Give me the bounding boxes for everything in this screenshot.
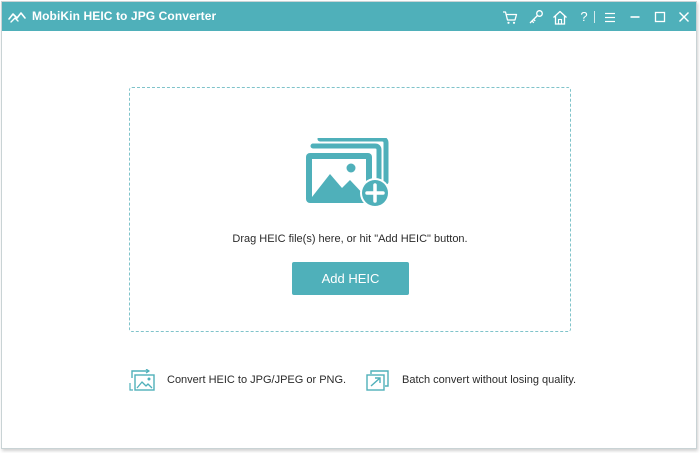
home-icon[interactable] xyxy=(551,8,569,26)
help-glyph: ? xyxy=(580,9,588,24)
feature-convert-text: Convert HEIC to JPG/JPEG or PNG. xyxy=(167,374,347,386)
maximize-icon[interactable] xyxy=(651,8,669,26)
convert-image-icon xyxy=(129,369,155,391)
feature-batch: Batch convert without losing quality. xyxy=(366,368,576,392)
add-image-icon[interactable] xyxy=(306,138,392,210)
drop-hint: Drag HEIC file(s) here, or hit "Add HEIC… xyxy=(232,233,468,245)
batch-export-icon xyxy=(366,370,389,391)
minimize-icon[interactable] xyxy=(626,8,644,26)
menu-icon[interactable] xyxy=(601,8,619,26)
help-icon[interactable]: ? xyxy=(575,8,593,26)
add-heic-button[interactable]: Add HEIC xyxy=(292,262,409,295)
app-logo-icon xyxy=(8,12,26,23)
titlebar-divider xyxy=(594,11,595,23)
close-icon[interactable] xyxy=(675,8,693,26)
drop-zone[interactable]: Drag HEIC file(s) here, or hit "Add HEIC… xyxy=(129,87,571,332)
app-title: MobiKin HEIC to JPG Converter xyxy=(32,9,217,23)
app-window: MobiKin HEIC to JPG Converter ? Drag HEI… xyxy=(1,1,697,449)
feature-convert: Convert HEIC to JPG/JPEG or PNG. xyxy=(129,368,346,392)
title-bar[interactable]: MobiKin HEIC to JPG Converter ? xyxy=(2,2,696,31)
cart-icon[interactable] xyxy=(501,8,519,26)
feature-batch-text: Batch convert without losing quality. xyxy=(402,374,577,386)
key-icon[interactable] xyxy=(527,8,545,26)
